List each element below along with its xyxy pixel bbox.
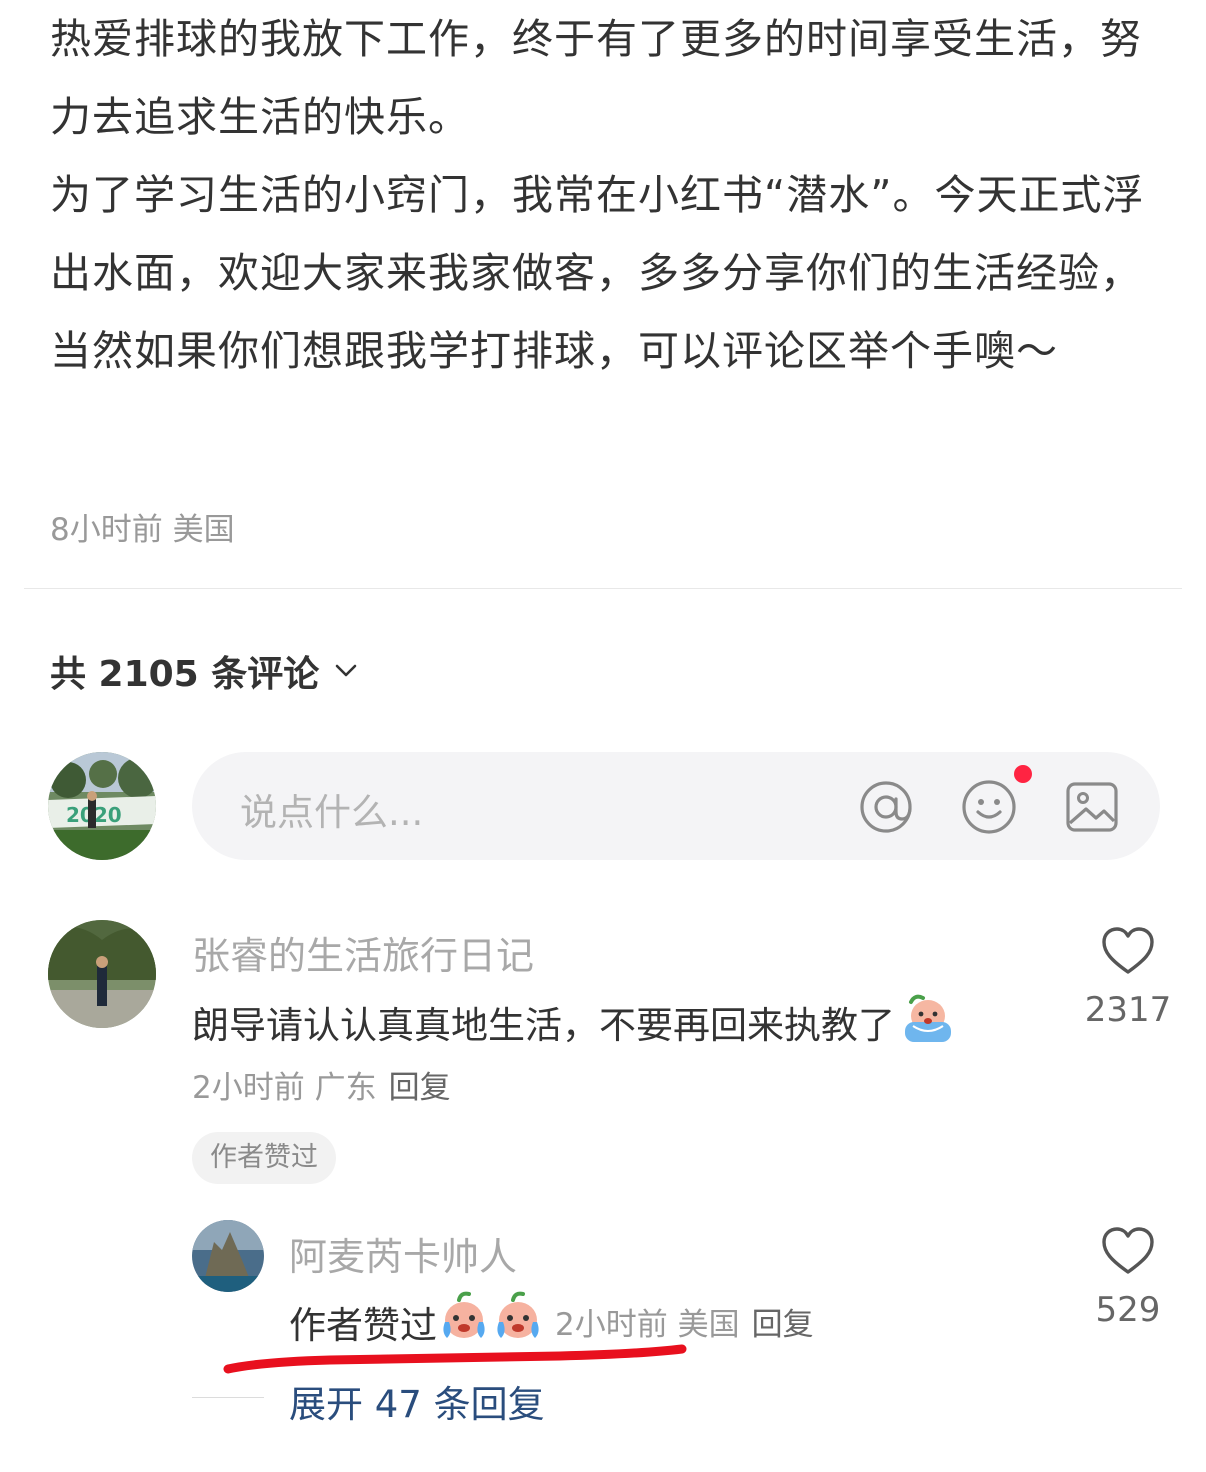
expand-divider bbox=[192, 1397, 264, 1398]
expand-replies-link[interactable]: 展开 47 条回复 bbox=[289, 1374, 545, 1428]
red-underline-annotation bbox=[223, 1344, 687, 1374]
